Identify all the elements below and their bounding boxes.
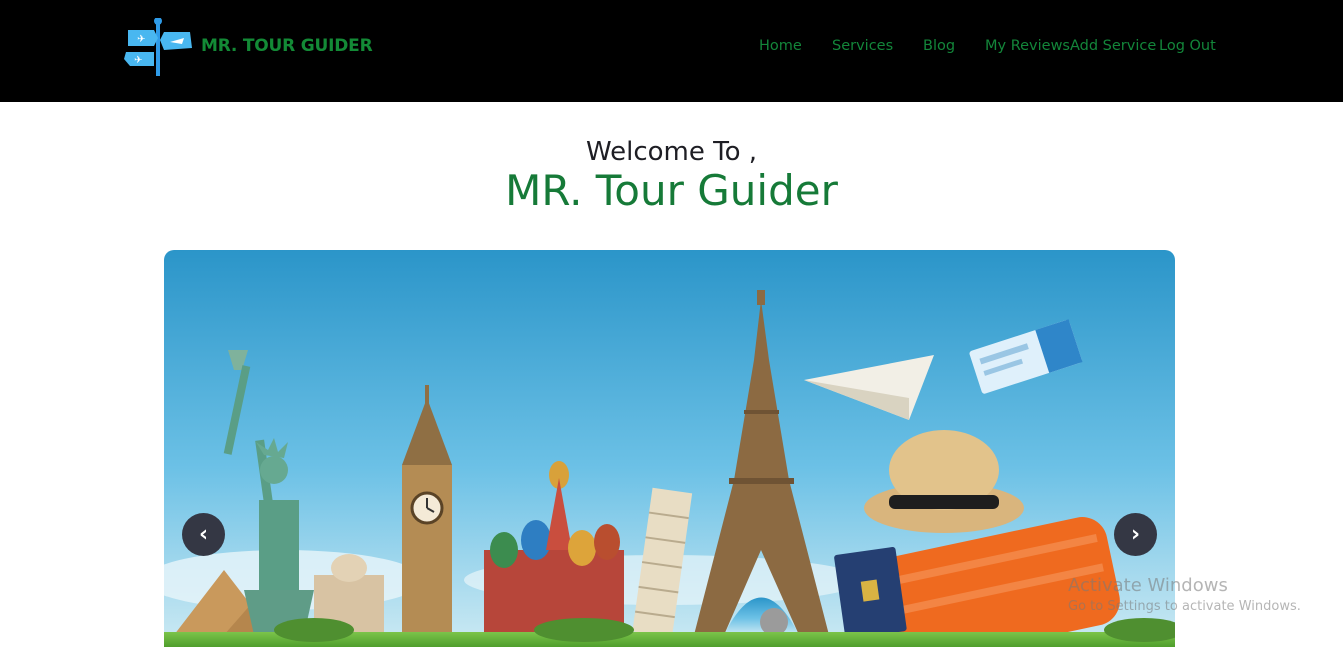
page-title: MR. Tour Guider — [505, 166, 838, 215]
carousel-prev-button[interactable]: ‹ — [182, 513, 225, 556]
signpost-logo-icon[interactable]: ✈ ✈ — [124, 18, 194, 76]
image-carousel[interactable] — [164, 250, 1175, 647]
svg-text:✈: ✈ — [134, 55, 142, 66]
brand-name[interactable]: MR. TOUR GUIDER — [201, 36, 373, 56]
nav-log-out[interactable]: Log Out — [1159, 38, 1216, 54]
nav-services[interactable]: Services — [832, 38, 893, 54]
nav-home[interactable]: Home — [759, 38, 802, 54]
welcome-text: Welcome To , — [585, 137, 758, 167]
chevron-right-icon: › — [1130, 522, 1141, 547]
carousel-next-button[interactable]: › — [1114, 513, 1157, 556]
windows-activation-watermark: Activate Windows Go to Settings to activ… — [1068, 575, 1301, 614]
watermark-title: Activate Windows — [1068, 575, 1228, 596]
navbar: ✈ ✈ MR. TOUR GUIDER Home Services Blog M… — [0, 0, 1343, 102]
nav-my-reviews[interactable]: My Reviews — [985, 38, 1070, 54]
travel-landmarks-image — [164, 250, 1175, 647]
nav-add-service[interactable]: Add Service — [1070, 38, 1156, 54]
chevron-left-icon: ‹ — [198, 522, 209, 547]
watermark-subtitle: Go to Settings to activate Windows. — [1068, 599, 1301, 614]
nav-blog[interactable]: Blog — [923, 38, 955, 54]
svg-text:✈: ✈ — [137, 34, 145, 45]
